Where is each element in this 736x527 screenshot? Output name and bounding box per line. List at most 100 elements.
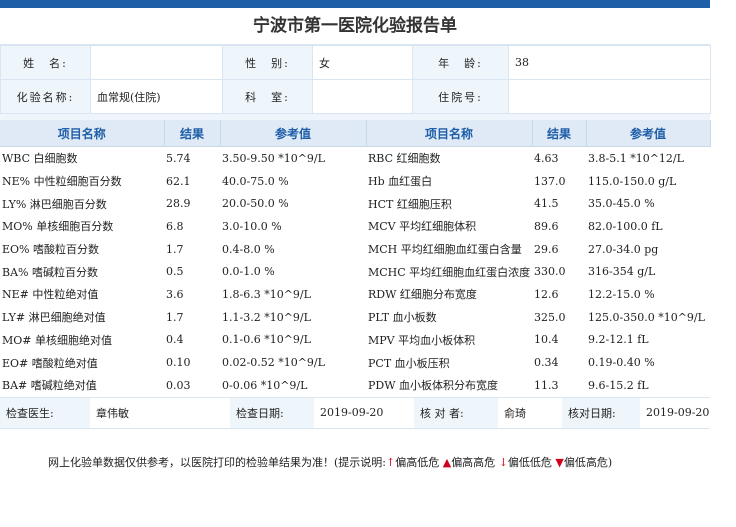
table-row: MO# 单核细胞绝对值 0.4 0.1-0.6 *10^9/L MPV 平均血小… xyxy=(0,329,710,352)
arrow-down-icon: ↓ xyxy=(498,456,508,469)
item-name: WBC 白细胞数 xyxy=(2,152,78,166)
report-title: 宁波市第一医院化验报告单 xyxy=(0,8,710,45)
item-result: 41.5 xyxy=(534,197,559,211)
lab-report: 宁波市第一医院化验报告单 姓 名: 性 别: 女 年 龄: 38 化验名称: 血… xyxy=(0,8,711,429)
item-name: EO% 嗜酸粒百分数 xyxy=(2,243,99,257)
item-result: 1.7 xyxy=(166,310,184,324)
item-name: LY% 淋巴细胞百分数 xyxy=(2,197,107,211)
item-reference: 12.2-15.0 % xyxy=(588,287,655,301)
item-reference: 1.8-6.3 *10^9/L xyxy=(222,287,311,301)
table-row: EO% 嗜酸粒百分数 1.7 0.4-8.0 % MCH 平均红细胞血红蛋白含量… xyxy=(0,238,710,261)
item-result: 62.1 xyxy=(166,174,191,188)
patient-info-row-2: 化验名称: 血常规(住院) 科 室: 住院号: xyxy=(0,79,711,114)
item-reference: 3.0-10.0 % xyxy=(222,219,282,233)
item-reference: 35.0-45.0 % xyxy=(588,197,655,211)
header-result-left: 结果 xyxy=(164,120,221,147)
item-name: Hb 血红蛋白 xyxy=(368,175,433,189)
item-reference: 0-0.06 *10^9/L xyxy=(222,378,308,392)
item-name: MO% 单核细胞百分数 xyxy=(2,220,114,234)
item-reference: 115.0-150.0 g/L xyxy=(588,174,677,188)
item-reference: 0.0-1.0 % xyxy=(222,265,275,279)
department-value xyxy=(312,79,413,114)
item-result: 6.8 xyxy=(166,219,184,233)
header-reference-right: 参考值 xyxy=(586,120,711,147)
item-reference: 82.0-100.0 fL xyxy=(588,219,663,233)
header-item-name-left: 项目名称 xyxy=(0,120,165,147)
item-result: 0.03 xyxy=(166,378,191,392)
sex-label: 性 别: xyxy=(222,45,313,80)
item-reference: 1.1-3.2 *10^9/L xyxy=(222,310,311,324)
check-date-label: 核对日期: xyxy=(562,396,640,429)
table-row: BA% 嗜碱粒百分数 0.5 0.0-1.0 % MCHC 平均红细胞血红蛋白浓… xyxy=(0,260,710,283)
item-reference: 3.8-5.1 *10^12/L xyxy=(588,151,684,165)
item-reference: 316-354 g/L xyxy=(588,265,656,279)
disclaimer-text: 网上化验单数据仅供参考，以医院打印的检验单结果为准！(提示说明: xyxy=(48,456,386,469)
check-date-value: 2019-09-20 xyxy=(640,396,710,429)
item-name: BA% 嗜碱粒百分数 xyxy=(2,265,98,279)
test-name-label: 化验名称: xyxy=(0,79,91,114)
item-result: 10.4 xyxy=(534,333,559,347)
item-name: PDW 血小板体积分布宽度 xyxy=(368,379,499,393)
triangle-up-icon: ▲ xyxy=(442,456,452,469)
item-name: MCH 平均红细胞血红蛋白含量 xyxy=(368,243,522,257)
legend-low-low-risk: 偏低低危 xyxy=(507,456,556,469)
item-result: 29.6 xyxy=(534,242,559,256)
item-reference: 9.2-12.1 fL xyxy=(588,333,649,347)
name-label: 姓 名: xyxy=(0,45,91,80)
test-name-value: 血常规(住院) xyxy=(90,79,223,114)
header-reference-left: 参考值 xyxy=(220,120,367,147)
item-result: 1.7 xyxy=(166,242,184,256)
item-result: 0.10 xyxy=(166,356,191,370)
table-row: LY% 淋巴细胞百分数 28.9 20.0-50.0 % HCT 红细胞压积 4… xyxy=(0,192,710,215)
exam-date-label: 检查日期: xyxy=(230,396,314,429)
item-result: 28.9 xyxy=(166,197,191,211)
item-result: 137.0 xyxy=(534,174,566,188)
legend-high-low-risk: 偏高低危 xyxy=(395,456,443,469)
item-result: 5.74 xyxy=(166,151,191,165)
table-row: NE% 中性粒细胞百分数 62.1 40.0-75.0 % Hb 血红蛋白 13… xyxy=(0,170,710,193)
triangle-down-icon: ▼ xyxy=(555,456,564,469)
disclaimer-note: 网上化验单数据仅供参考，以医院打印的检验单结果为准！(提示说明:↑偏高低危 ▲偏… xyxy=(48,454,612,470)
item-result: 89.6 xyxy=(534,219,559,233)
item-result: 3.6 xyxy=(166,287,184,301)
item-name: MPV 平均血小板体积 xyxy=(368,333,476,347)
item-reference: 125.0-350.0 *10^9/L xyxy=(588,310,705,324)
top-banner-strip xyxy=(0,0,710,8)
inpatient-number-label: 住院号: xyxy=(412,79,509,114)
age-label: 年 龄: xyxy=(412,45,509,80)
item-name: MO# 单核细胞绝对值 xyxy=(2,333,112,347)
table-row: BA# 嗜碱粒绝对值 0.03 0-0.06 *10^9/L PDW 血小板体积… xyxy=(0,374,710,397)
item-result: 11.3 xyxy=(534,378,559,392)
checker-label: 核 对 者: xyxy=(414,396,498,429)
header-item-name-right: 项目名称 xyxy=(366,120,533,147)
doctor-label: 检查医生: xyxy=(0,396,90,429)
legend-high-high-risk: 偏高高危 xyxy=(451,456,499,469)
item-reference: 20.0-50.0 % xyxy=(222,197,289,211)
item-name: RDW 红细胞分布宽度 xyxy=(368,288,477,302)
header-result-right: 结果 xyxy=(532,120,587,147)
doctor-value: 章伟敏 xyxy=(90,396,230,429)
item-name: NE% 中性粒细胞百分数 xyxy=(2,175,122,189)
item-reference: 40.0-75.0 % xyxy=(222,174,289,188)
item-result: 0.34 xyxy=(534,356,559,370)
item-reference: 3.50-9.50 *10^9/L xyxy=(222,151,325,165)
item-name: RBC 红细胞数 xyxy=(368,152,441,166)
name-value xyxy=(90,45,223,80)
item-name: BA# 嗜碱粒绝对值 xyxy=(2,379,97,393)
patient-info-row-1: 姓 名: 性 别: 女 年 龄: 38 xyxy=(0,45,711,80)
item-name: LY# 淋巴细胞绝对值 xyxy=(2,311,106,325)
checker-value: 俞琦 xyxy=(498,396,562,429)
item-reference: 0.02-0.52 *10^9/L xyxy=(222,356,325,370)
item-reference: 27.0-34.0 pg xyxy=(588,242,659,256)
table-row: NE# 中性粒绝对值 3.6 1.8-6.3 *10^9/L RDW 红细胞分布… xyxy=(0,283,710,306)
item-name: PLT 血小板数 xyxy=(368,311,437,325)
item-name: PCT 血小板压积 xyxy=(368,356,450,370)
item-result: 0.4 xyxy=(166,333,184,347)
item-reference: 0.4-8.0 % xyxy=(222,242,275,256)
item-result: 12.6 xyxy=(534,287,559,301)
item-result: 325.0 xyxy=(534,310,566,324)
age-value: 38 xyxy=(508,45,711,80)
table-row: EO# 嗜酸粒绝对值 0.10 0.02-0.52 *10^9/L PCT 血小… xyxy=(0,351,710,374)
item-reference: 0.1-0.6 *10^9/L xyxy=(222,333,311,347)
item-result: 330.0 xyxy=(534,265,566,279)
